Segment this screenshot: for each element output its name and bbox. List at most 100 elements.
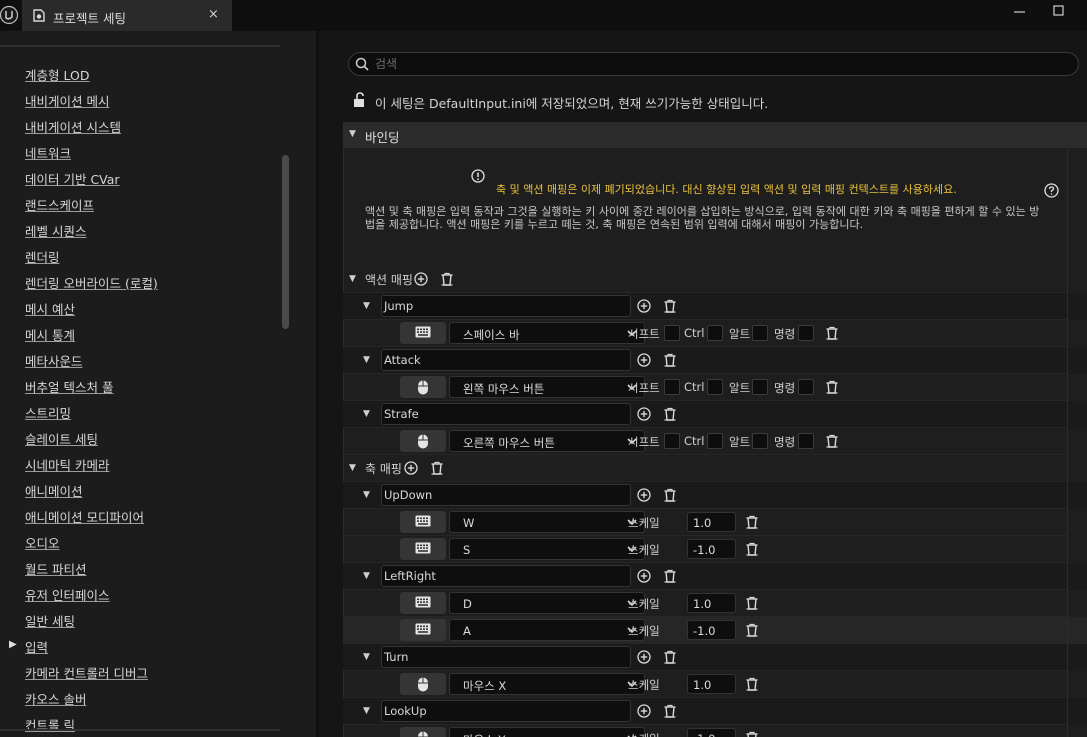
delete-icon[interactable] [663, 569, 677, 583]
key-selector[interactable]: 마우스 X [449, 673, 645, 695]
sidebar-item[interactable]: 카메라 컨트롤러 디버그 [25, 663, 148, 682]
collapse-arrow-icon[interactable]: ▼ [363, 301, 370, 311]
mouse-key-button[interactable] [400, 430, 446, 452]
sidebar-item[interactable]: 내비게이션 시스템 [25, 117, 121, 136]
modifier-ctrl-checkbox[interactable] [707, 433, 723, 449]
add-icon[interactable] [404, 461, 418, 475]
keyboard-key-button[interactable] [400, 322, 446, 344]
key-selector[interactable]: 오른쪽 마우스 버튼 [449, 430, 645, 452]
delete-icon[interactable] [825, 434, 839, 448]
modifier-alt-checkbox[interactable] [752, 433, 768, 449]
delete-icon[interactable] [825, 380, 839, 394]
sidebar-item[interactable]: 애니메이션 [25, 481, 83, 500]
sidebar-item[interactable]: 렌더링 오버라이드 (로컬) [25, 273, 158, 292]
key-selector[interactable]: 왼쪽 마우스 버튼 [449, 376, 645, 398]
bindings-section-header[interactable]: ▼ 바인딩 [343, 122, 1087, 148]
delete-icon[interactable] [663, 299, 677, 313]
sidebar-item[interactable]: 데이터 기반 CVar [25, 169, 120, 188]
keyboard-key-button[interactable] [400, 538, 446, 560]
modifier-cmd-checkbox[interactable] [798, 433, 814, 449]
add-icon[interactable] [637, 488, 651, 502]
modifier-alt-checkbox[interactable] [752, 325, 768, 341]
close-tab-button[interactable]: × [208, 7, 219, 22]
sidebar-item[interactable]: 랜드스케이프 [25, 195, 94, 214]
modifier-shift-checkbox[interactable] [664, 325, 680, 341]
sidebar-item[interactable]: 메시 통계 [25, 325, 75, 344]
add-icon[interactable] [637, 353, 651, 367]
delete-icon[interactable] [663, 704, 677, 718]
key-selector[interactable]: D [449, 592, 645, 614]
unlock-icon[interactable] [352, 92, 368, 108]
add-icon[interactable] [414, 272, 428, 286]
add-icon[interactable] [637, 299, 651, 313]
sidebar-item[interactable]: 계층형 LOD [25, 65, 89, 84]
delete-icon[interactable] [745, 515, 759, 529]
mouse-key-button[interactable] [400, 673, 446, 695]
mapping-name-field[interactable]: LeftRight [381, 565, 631, 587]
modifier-cmd-checkbox[interactable] [798, 379, 814, 395]
keyboard-key-button[interactable] [400, 619, 446, 641]
key-selector[interactable]: S [449, 538, 645, 560]
delete-icon[interactable] [663, 650, 677, 664]
collapse-arrow-icon[interactable]: ▼ [363, 355, 370, 365]
search-bar[interactable] [348, 52, 1079, 76]
sidebar-item[interactable]: 메시 예산 [25, 299, 75, 318]
keyboard-key-button[interactable] [400, 511, 446, 533]
modifier-shift-checkbox[interactable] [664, 433, 680, 449]
mapping-name-field[interactable]: Turn [381, 646, 631, 668]
delete-icon[interactable] [430, 461, 444, 475]
delete-icon[interactable] [745, 596, 759, 610]
mapping-name-field[interactable]: Strafe [381, 403, 631, 425]
sidebar-item[interactable]: 렌더링 [25, 247, 60, 266]
mapping-name-field[interactable]: UpDown [381, 484, 631, 506]
add-icon[interactable] [637, 569, 651, 583]
add-icon[interactable] [637, 650, 651, 664]
sidebar-item[interactable]: 입력 [25, 637, 48, 656]
sidebar-item[interactable]: 내비게이션 메시 [25, 91, 109, 110]
sidebar-item[interactable]: 메타사운드 [25, 351, 83, 370]
modifier-ctrl-checkbox[interactable] [707, 379, 723, 395]
maximize-icon[interactable] [1048, 4, 1068, 18]
mapping-name-field[interactable]: Attack [381, 349, 631, 371]
scale-input[interactable]: -1.0 [687, 728, 736, 737]
collapse-arrow-icon[interactable]: ▼ [363, 571, 370, 581]
collapse-arrow-icon[interactable]: ▼ [349, 274, 356, 284]
sidebar-scrollbar[interactable] [282, 155, 289, 329]
delete-icon[interactable] [745, 677, 759, 691]
collapse-arrow-icon[interactable]: ▼ [363, 706, 370, 716]
sidebar-item[interactable]: 컨트롤 릭 [25, 715, 75, 734]
sidebar-item[interactable]: 스트리밍 [25, 403, 71, 422]
scale-input[interactable]: 1.0 [687, 674, 736, 694]
scale-input[interactable]: 1.0 [687, 512, 736, 532]
tab-project-settings[interactable]: 프로젝트 세팅 × [22, 0, 232, 31]
add-icon[interactable] [637, 407, 651, 421]
delete-icon[interactable] [745, 731, 759, 737]
delete-icon[interactable] [663, 488, 677, 502]
modifier-alt-checkbox[interactable] [752, 379, 768, 395]
delete-icon[interactable] [825, 326, 839, 340]
help-icon[interactable] [1044, 183, 1059, 198]
mouse-key-button[interactable] [400, 727, 446, 737]
sidebar-item[interactable]: 시네마틱 카메라 [25, 455, 109, 474]
sidebar-item[interactable]: 일반 세팅 [25, 611, 75, 630]
minimize-icon[interactable] [1009, 4, 1029, 18]
collapse-arrow-icon[interactable]: ▼ [363, 409, 370, 419]
delete-icon[interactable] [663, 353, 677, 367]
collapse-arrow-icon[interactable]: ▼ [349, 463, 356, 473]
sidebar-item[interactable]: 슬레이트 세팅 [25, 429, 98, 448]
sidebar-item[interactable]: 네트워크 [25, 143, 71, 162]
add-icon[interactable] [637, 704, 651, 718]
sidebar-item[interactable]: 레벨 시퀀스 [25, 221, 86, 240]
modifier-cmd-checkbox[interactable] [798, 325, 814, 341]
search-input[interactable] [375, 55, 1065, 73]
delete-icon[interactable] [745, 623, 759, 637]
sidebar-item[interactable]: 유저 인터페이스 [25, 585, 109, 604]
sidebar-item[interactable]: 오디오 [25, 533, 60, 552]
collapse-arrow-icon[interactable]: ▼ [363, 490, 370, 500]
delete-icon[interactable] [440, 272, 454, 286]
key-selector[interactable]: 마우스 Y [449, 727, 645, 737]
scale-input[interactable]: -1.0 [687, 539, 736, 559]
modifier-ctrl-checkbox[interactable] [707, 325, 723, 341]
delete-icon[interactable] [745, 542, 759, 556]
scale-input[interactable]: -1.0 [687, 620, 736, 640]
